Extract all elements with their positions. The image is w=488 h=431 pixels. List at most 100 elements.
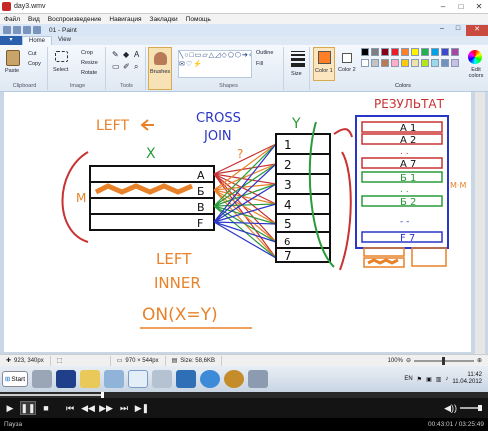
palette-swatch[interactable]	[411, 48, 419, 56]
stop-icon[interactable]: ■	[38, 401, 54, 415]
color1-selector[interactable]: Color 1	[313, 47, 335, 81]
palette-swatch[interactable]	[401, 59, 409, 67]
player-status-bar: Пауза 00:43:01 / 03:25:49	[0, 418, 488, 431]
paint-menu-button[interactable]: ▾	[0, 36, 22, 45]
zoom-in-icon[interactable]: ⊕	[477, 357, 482, 364]
palette-swatch[interactable]	[451, 59, 459, 67]
select-icon[interactable]	[55, 51, 68, 62]
taskbar-network-icon[interactable]	[152, 370, 172, 388]
tools-group: ✎ ◆ A ▭ ✐ ⌕ Tools	[108, 47, 146, 90]
undo-icon[interactable]	[23, 26, 31, 34]
menu-bookmarks[interactable]: Закладки	[150, 16, 178, 23]
skip-back-icon[interactable]: ⏮	[62, 401, 78, 415]
maximize-icon[interactable]: □	[452, 2, 470, 11]
taskbar-tool-icon[interactable]	[104, 370, 124, 388]
tray-flag-icon[interactable]: ⚑	[417, 376, 422, 383]
resize-button[interactable]: Resize	[81, 60, 98, 66]
taskbar-app-icon[interactable]	[248, 370, 268, 388]
menu-navigation[interactable]: Навигация	[109, 16, 141, 23]
color2-selector[interactable]: Color 2	[338, 47, 358, 81]
pencil-icon[interactable]: ✎	[112, 50, 119, 59]
language-indicator[interactable]: EN	[404, 376, 412, 382]
tab-home[interactable]: Home	[22, 36, 53, 45]
brushes-button[interactable]: Brushes	[150, 69, 170, 75]
save-icon[interactable]	[13, 26, 21, 34]
palette-swatch[interactable]	[371, 48, 379, 56]
palette-swatch[interactable]	[431, 48, 439, 56]
volume-slider[interactable]	[460, 405, 482, 411]
palette-swatch[interactable]	[391, 59, 399, 67]
palette-swatch[interactable]	[371, 59, 379, 67]
rewind-icon[interactable]: ◀◀	[80, 401, 96, 415]
palette-swatch[interactable]	[441, 59, 449, 67]
tray-volume-icon[interactable]: ♪	[445, 376, 448, 382]
taskbar-paint-icon[interactable]	[128, 370, 148, 388]
brushes-group[interactable]: Brushes	[148, 47, 172, 90]
zoom-out-icon[interactable]: ⊖	[406, 357, 411, 364]
zoom-slider[interactable]	[413, 356, 474, 365]
redo-icon[interactable]	[33, 26, 41, 34]
palette-swatch[interactable]	[421, 59, 429, 67]
fill-icon[interactable]: ◆	[123, 50, 129, 59]
frame-step-icon[interactable]: ▶❚	[134, 401, 150, 415]
start-button[interactable]: ⊞ Start	[2, 371, 28, 387]
paint-close-icon[interactable]: ✕	[466, 24, 488, 36]
taskbar-ie-icon[interactable]	[200, 370, 220, 388]
fast-forward-icon[interactable]: ▶▶	[98, 401, 114, 415]
volume-icon[interactable]: ◀))	[444, 403, 457, 414]
menu-playback[interactable]: Воспроизведение	[48, 16, 102, 23]
palette-swatch[interactable]	[451, 48, 459, 56]
skip-forward-icon[interactable]: ⏭	[116, 401, 132, 415]
taskbar-media-icon[interactable]	[224, 370, 244, 388]
taskbar-explorer-icon[interactable]	[80, 370, 100, 388]
menu-help[interactable]: Помощь	[186, 16, 211, 23]
palette-swatch[interactable]	[421, 48, 429, 56]
taskbar-powershell-icon[interactable]	[56, 370, 76, 388]
palette-swatch[interactable]	[391, 48, 399, 56]
palette-swatch[interactable]	[411, 59, 419, 67]
copy-button[interactable]: Copy	[28, 61, 41, 67]
eraser-icon[interactable]: ▭	[112, 62, 120, 71]
cut-button[interactable]: Cut	[28, 51, 37, 57]
palette-swatch[interactable]	[381, 59, 389, 67]
play-icon[interactable]: ▶	[2, 401, 18, 415]
color-picker-icon[interactable]: ✐	[123, 62, 130, 71]
taskbar-computer-icon[interactable]	[32, 370, 52, 388]
menu-file[interactable]: Файл	[4, 16, 20, 23]
tab-view[interactable]: View	[52, 36, 77, 45]
clock[interactable]: 11:42 11.04.2012	[452, 372, 482, 386]
size-button[interactable]: Size	[291, 71, 302, 77]
crop-button[interactable]: Crop	[81, 50, 93, 56]
rotate-button[interactable]: Rotate	[81, 70, 97, 76]
size-group[interactable]: Size	[286, 47, 310, 90]
paint-app-icon[interactable]	[3, 26, 11, 34]
paint-minimize-icon[interactable]: –	[434, 25, 450, 36]
paste-button[interactable]: Paste	[5, 68, 19, 74]
pause-icon[interactable]: ❚❚	[20, 401, 36, 415]
edit-colors-button[interactable]: Edit colors	[464, 48, 486, 86]
fill-dropdown[interactable]: Fill	[256, 61, 263, 67]
shapes-gallery[interactable]: ╲○□▭▱△◿◇⬠⬡➔⇦⇧⇩✦✧★☆✉♡⚡	[178, 50, 252, 78]
vertical-scrollbar[interactable]	[475, 92, 485, 354]
palette-swatch[interactable]	[361, 59, 369, 67]
x-label: X	[146, 146, 156, 162]
palette-swatch[interactable]	[401, 48, 409, 56]
taskbar-settings-icon[interactable]	[176, 370, 196, 388]
zoom-level: 100%	[387, 357, 403, 364]
close-icon[interactable]: ✕	[470, 2, 488, 11]
magnifier-icon[interactable]: ⌕	[134, 62, 138, 72]
menu-view[interactable]: Вид	[28, 16, 40, 23]
outline-dropdown[interactable]: Outline	[256, 50, 273, 56]
tray-display-icon[interactable]: ▣	[426, 376, 432, 383]
palette-swatch[interactable]	[381, 48, 389, 56]
palette-swatch[interactable]	[431, 59, 439, 67]
text-icon[interactable]: A	[134, 50, 139, 59]
drawing-canvas[interactable]: LEFT X CROSS JOIN ? Y M A Б B F 1 2 3 4 …	[4, 92, 471, 352]
palette-swatch[interactable]	[361, 48, 369, 56]
minimize-icon[interactable]: –	[434, 2, 452, 11]
tray-network-icon[interactable]: ▥	[436, 376, 442, 383]
paint-maximize-icon[interactable]: □	[450, 25, 466, 36]
paste-icon[interactable]	[6, 50, 20, 66]
select-button[interactable]: Select	[53, 67, 68, 73]
palette-swatch[interactable]	[441, 48, 449, 56]
